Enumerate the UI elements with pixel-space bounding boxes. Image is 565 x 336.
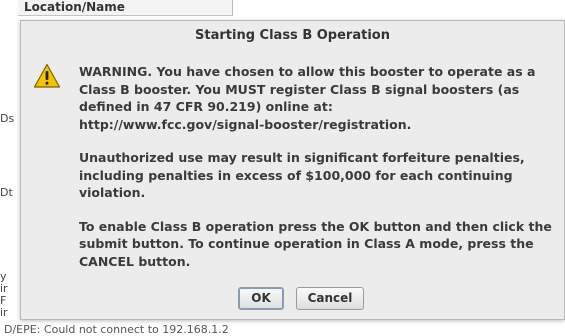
ok-button[interactable]: OK: [238, 287, 284, 310]
cancel-button[interactable]: Cancel: [296, 287, 364, 310]
dialog-title: Starting Class B Operation: [195, 28, 390, 43]
location-name-field: Location/Name: [18, 0, 233, 16]
class-b-warning-dialog: Starting Class B Operation WARNING. You …: [20, 20, 565, 320]
penalty-paragraph: Unauthorized use may result in significa…: [79, 150, 525, 200]
status-text: D/EPE: Could not connect to 192.168.1.2: [4, 323, 229, 336]
bg-fragment: ir: [0, 306, 8, 319]
dialog-message: WARNING. You have chosen to allow this b…: [79, 63, 561, 286]
bg-fragment: Dt: [0, 186, 13, 199]
warning-triangle-icon: [33, 63, 61, 89]
warning-paragraph: WARNING. You have chosen to allow this b…: [79, 64, 536, 132]
bg-fragment: Ds: [0, 112, 15, 125]
instruction-paragraph: To enable Class B operation press the OK…: [79, 218, 552, 269]
